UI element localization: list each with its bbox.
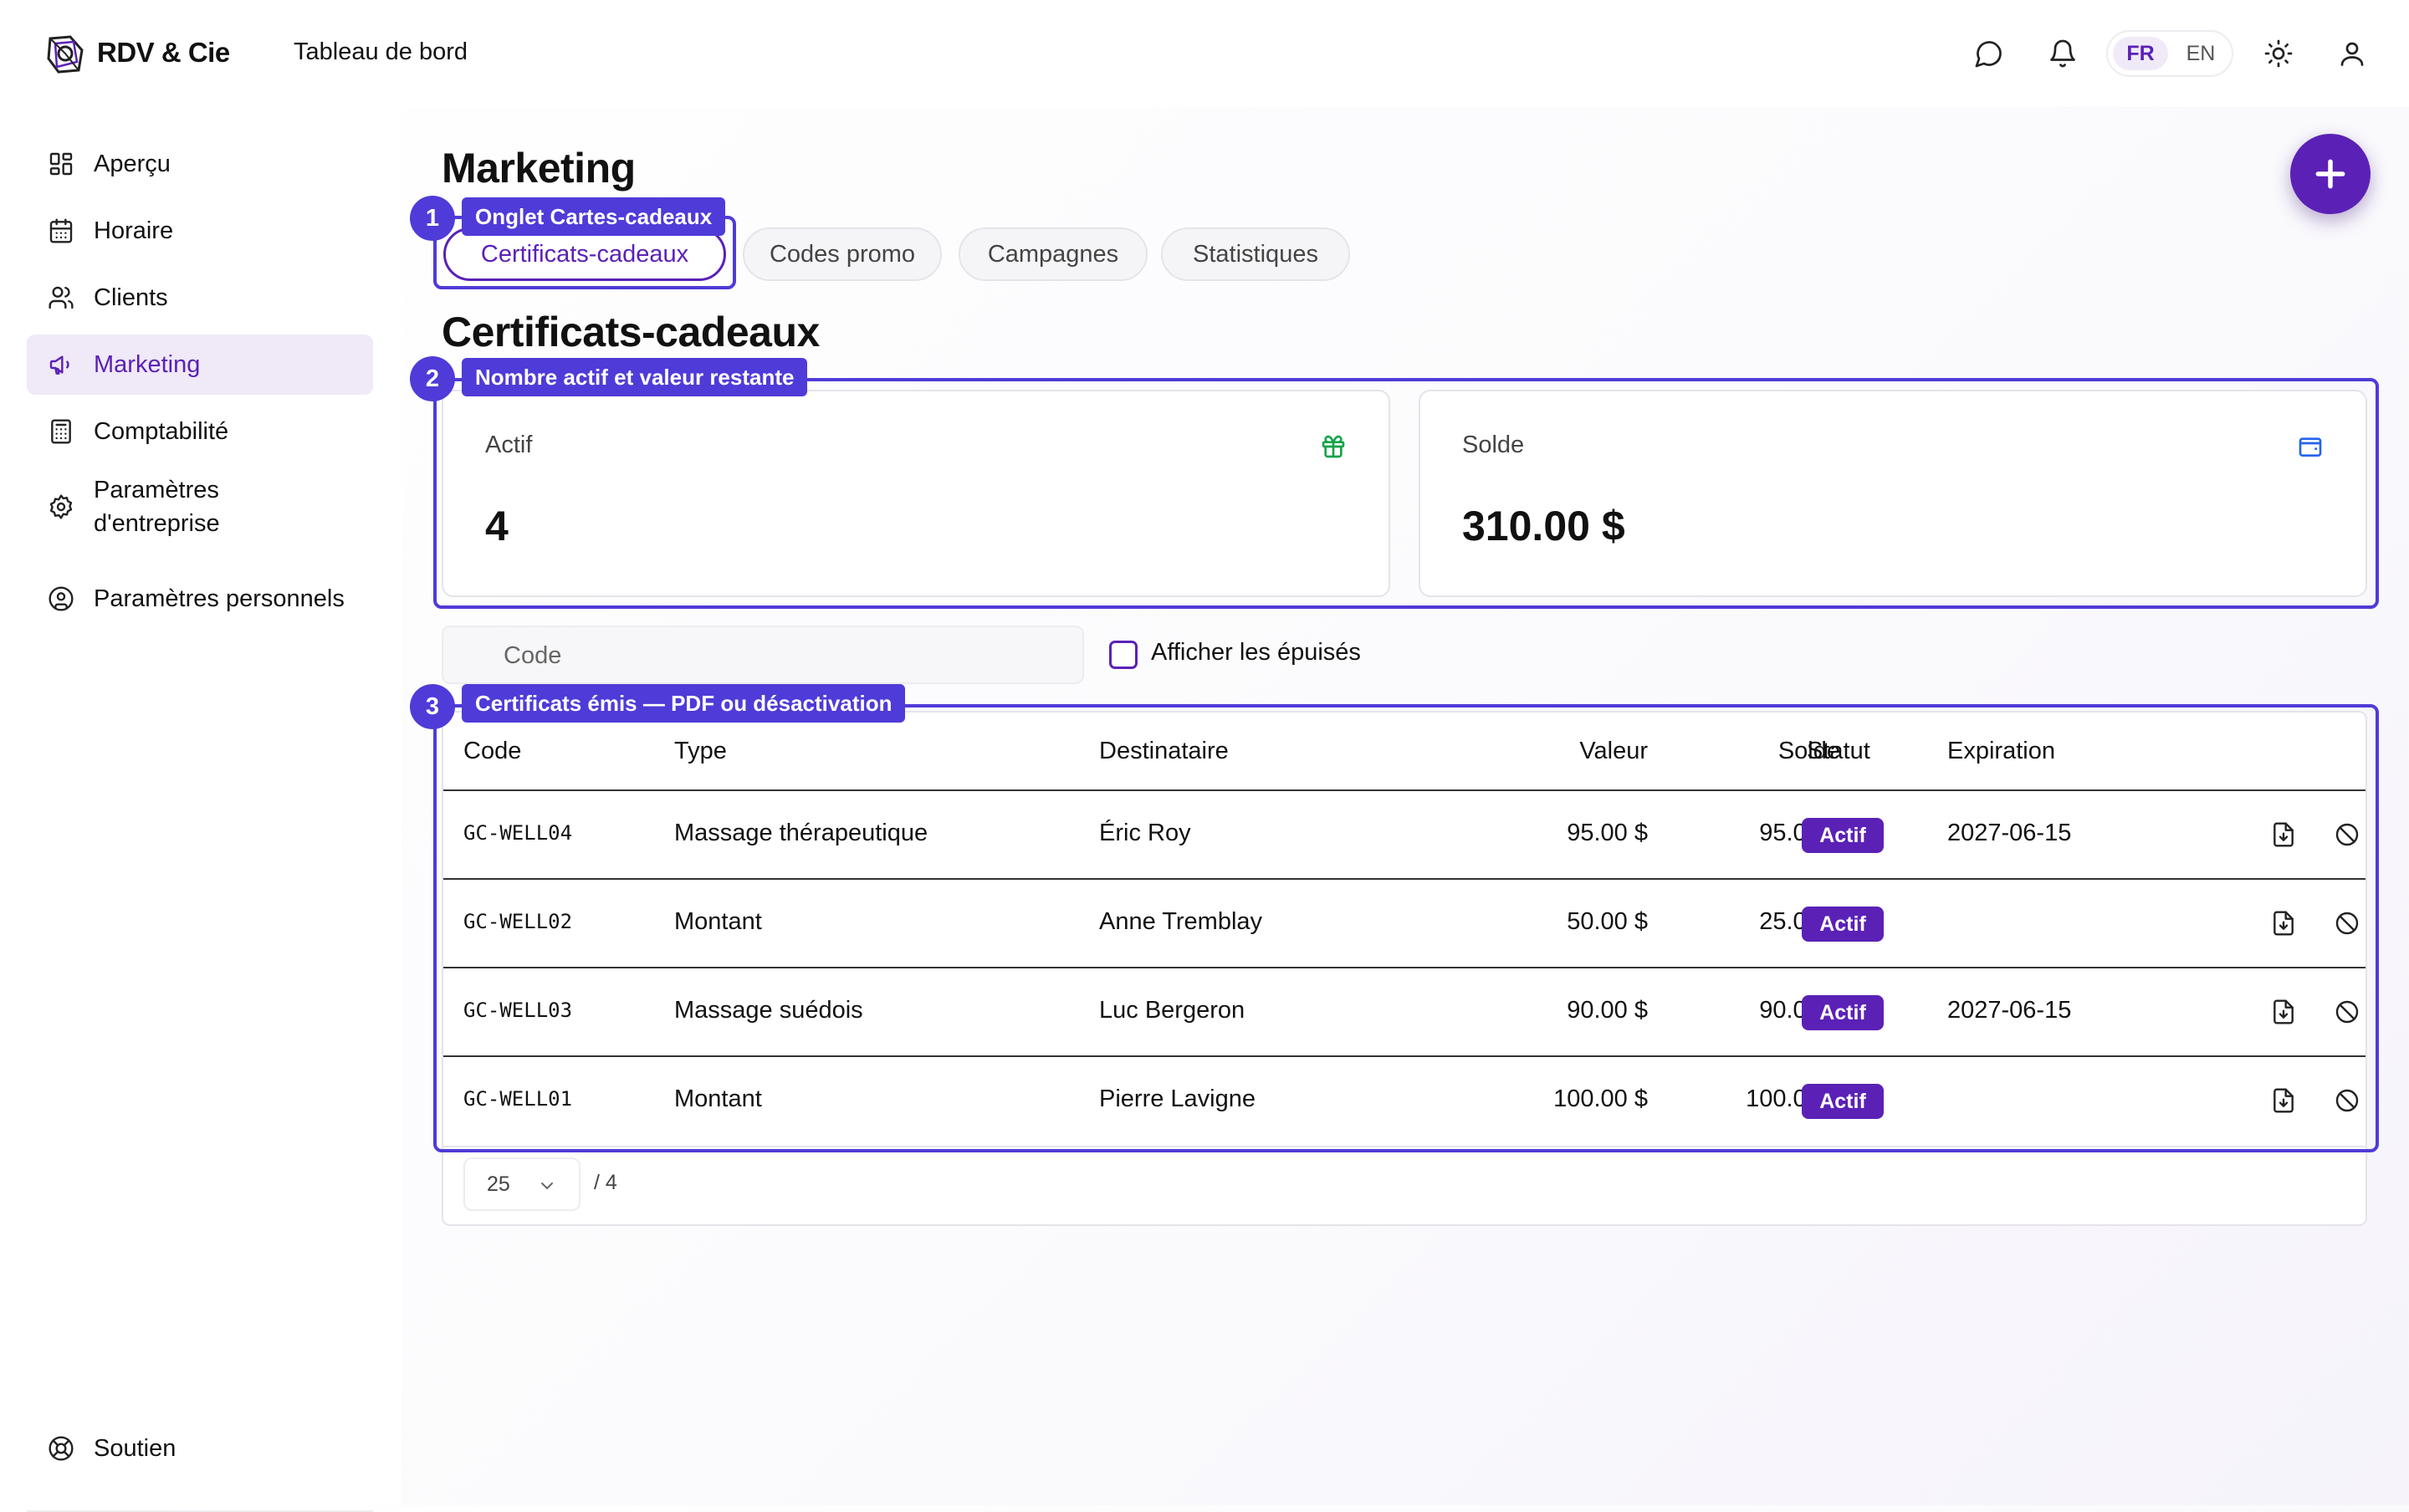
page-title: Marketing bbox=[442, 145, 636, 192]
lifebuoy-icon bbox=[47, 1434, 75, 1463]
sidebar-item-label: Marketing bbox=[94, 351, 201, 378]
annotation-2-highlight bbox=[433, 378, 2379, 609]
nav-dashboard-link[interactable]: Tableau de bord bbox=[294, 38, 468, 66]
bell-icon[interactable] bbox=[2046, 37, 2079, 70]
sidebar-item-parametres-personnels[interactable]: Paramètres personnels bbox=[27, 569, 373, 629]
sidebar-item-label: Soutien bbox=[94, 1435, 176, 1462]
page-total: / 4 bbox=[594, 1171, 617, 1194]
annotation-3-number: 3 bbox=[410, 684, 455, 729]
annotation-1-label: Onglet Cartes-cadeaux bbox=[462, 197, 726, 236]
chevron-down-icon bbox=[537, 1176, 557, 1196]
lang-fr-button[interactable]: FR bbox=[2113, 37, 2168, 70]
show-exhausted-checkbox[interactable] bbox=[1109, 641, 1138, 669]
section-title: Certificats-cadeaux bbox=[442, 309, 820, 355]
sidebar: Aperçu Horaire Clients Marketing Comptab… bbox=[0, 107, 402, 1512]
sidebar-item-label: Paramètres personnels bbox=[94, 585, 345, 612]
sidebar-item-label: Comptabilité bbox=[94, 418, 229, 445]
dashboard-icon bbox=[47, 150, 75, 178]
lang-en-button[interactable]: EN bbox=[2173, 37, 2228, 70]
sidebar-item-clients[interactable]: Clients bbox=[27, 268, 373, 328]
sun-icon[interactable] bbox=[2262, 37, 2295, 70]
tab-campagnes[interactable]: Campagnes bbox=[959, 227, 1148, 281]
sidebar-item-label: Horaire bbox=[94, 217, 174, 244]
annotation-2-label: Nombre actif et valeur restante bbox=[462, 358, 808, 396]
sidebar-item-horaire[interactable]: Horaire bbox=[27, 201, 373, 261]
sidebar-item-apercu[interactable]: Aperçu bbox=[27, 134, 373, 194]
tab-codes-promo[interactable]: Codes promo bbox=[743, 227, 942, 281]
sidebar-item-comptabilite[interactable]: Comptabilité bbox=[27, 401, 373, 462]
add-button[interactable] bbox=[2290, 134, 2371, 214]
sidebar-item-parametres-entreprise[interactable]: Paramètres d'entreprise bbox=[27, 465, 373, 549]
tab-statistiques[interactable]: Statistiques bbox=[1161, 227, 1350, 281]
annotation-3-highlight bbox=[433, 704, 2379, 1152]
user-circle-icon bbox=[47, 585, 75, 613]
sidebar-item-label: Aperçu bbox=[94, 151, 171, 177]
annotation-3-label: Certificats émis — PDF ou désactivation bbox=[462, 684, 906, 723]
user-icon[interactable] bbox=[2335, 37, 2369, 70]
plus-icon bbox=[2315, 159, 2345, 189]
search-placeholder: Code bbox=[504, 642, 562, 669]
calculator-icon bbox=[47, 417, 75, 446]
chat-icon[interactable] bbox=[1972, 37, 2006, 70]
sidebar-item-soutien[interactable]: Soutien bbox=[27, 1418, 373, 1479]
show-exhausted-label[interactable]: Afficher les épuisés bbox=[1151, 639, 1361, 667]
users-icon bbox=[47, 284, 75, 312]
brand-name[interactable]: RDV & Cie bbox=[97, 37, 230, 69]
sidebar-item-label: Paramètres d'entreprise bbox=[94, 477, 220, 537]
sidebar-item-label: Clients bbox=[94, 284, 168, 311]
annotation-1-number: 1 bbox=[410, 196, 455, 241]
page-size-select[interactable]: 25 bbox=[463, 1157, 581, 1211]
annotation-2-number: 2 bbox=[410, 356, 455, 401]
code-search-input[interactable]: Code bbox=[442, 626, 1084, 684]
brand-logo-icon[interactable] bbox=[45, 33, 85, 75]
sidebar-item-marketing[interactable]: Marketing bbox=[27, 335, 373, 395]
language-switcher: FR EN bbox=[2106, 30, 2233, 77]
megaphone-icon bbox=[47, 350, 75, 379]
page-size-value: 25 bbox=[487, 1172, 510, 1196]
calendar-icon bbox=[47, 217, 75, 245]
gear-icon bbox=[47, 493, 75, 521]
top-bar: RDV & Cie Tableau de bord FR EN bbox=[0, 0, 2409, 107]
